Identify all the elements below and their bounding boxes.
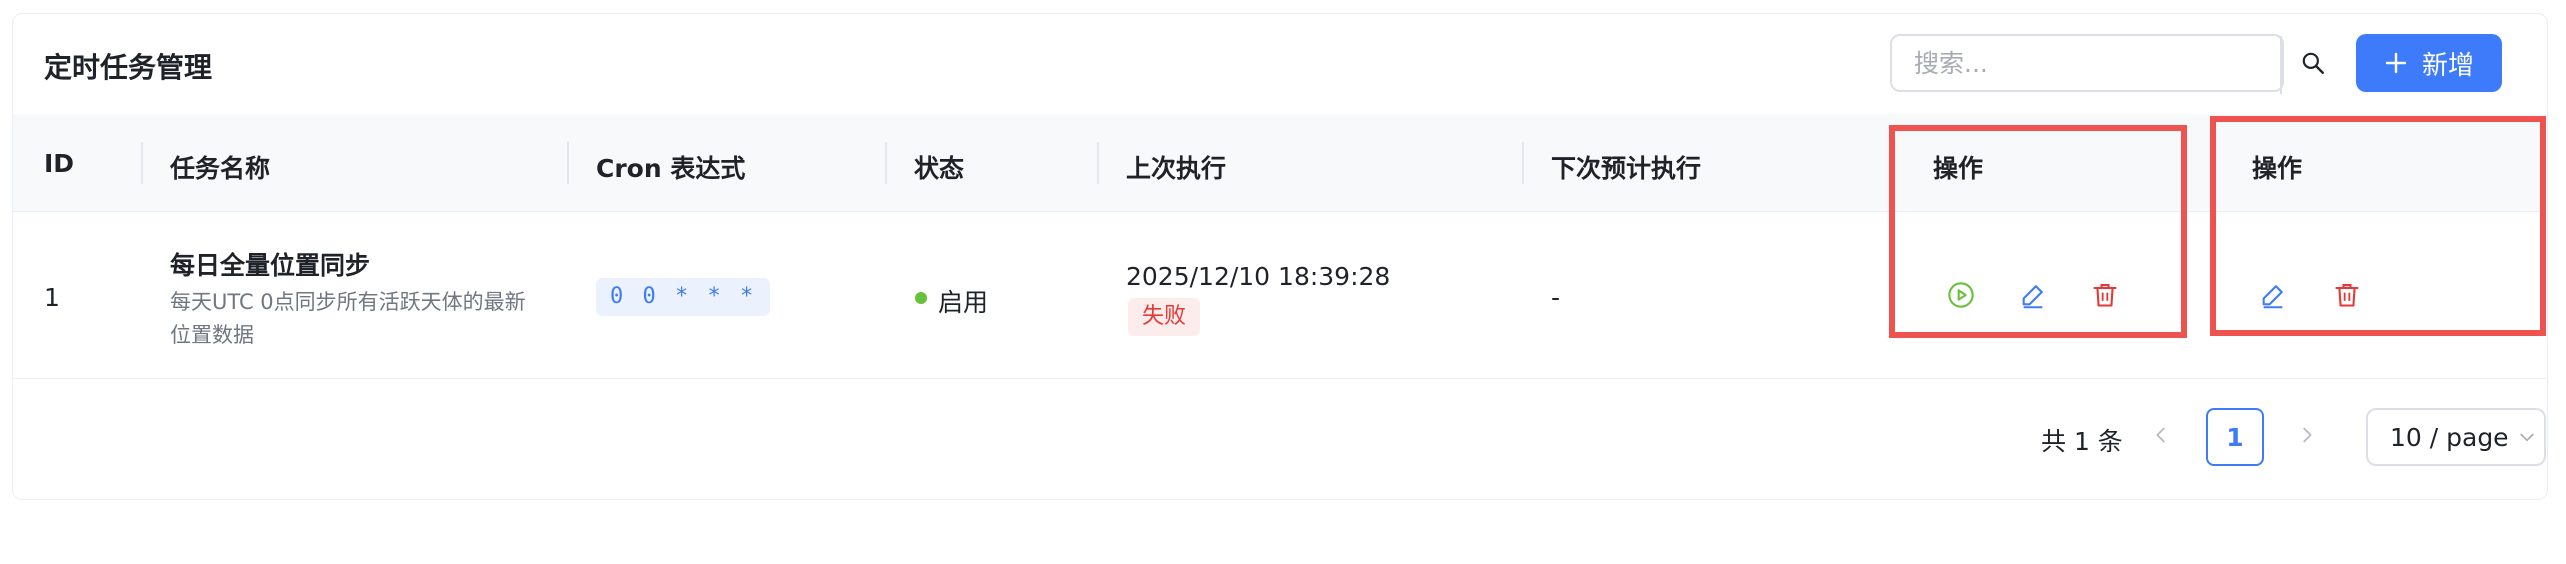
task-description: 每天UTC 0点同步所有活跃天体的最新位置数据 — [170, 290, 526, 347]
column-header-id: ID — [44, 149, 75, 178]
page-size-value: 10 / page — [2390, 422, 2509, 452]
task-name: 每日全量位置同步 — [170, 251, 371, 280]
search-box — [1890, 34, 2284, 94]
column-header-name: 任务名称 — [170, 154, 271, 183]
run-icon[interactable] — [1947, 281, 1975, 309]
edit-icon[interactable] — [2259, 281, 2287, 309]
cron-tag: 0 0 * * * — [596, 278, 771, 316]
search-input[interactable] — [1892, 36, 2212, 90]
column-header-next-run: 下次预计执行 — [1551, 154, 1702, 183]
column-header-last-run: 上次执行 — [1126, 154, 1227, 183]
search-icon — [2302, 52, 2324, 74]
column-separator — [885, 142, 887, 184]
chevron-down-icon — [2519, 433, 2534, 442]
status-dot-icon — [915, 292, 927, 304]
delete-icon[interactable] — [2333, 281, 2361, 309]
column-separator — [567, 142, 569, 184]
plus-icon — [2385, 52, 2407, 74]
column-separator — [141, 142, 143, 184]
search-button[interactable] — [2280, 36, 2344, 90]
add-button[interactable]: 新增 — [2356, 34, 2502, 92]
delete-icon[interactable] — [2091, 281, 2119, 309]
pagination-total: 共 1 条 — [2041, 427, 2123, 456]
page-number-current[interactable]: 1 — [2206, 408, 2264, 466]
last-run-status-badge: 失败 — [1128, 298, 1201, 336]
edit-icon[interactable] — [2019, 281, 2047, 309]
next-page-icon[interactable] — [2296, 424, 2318, 446]
prev-page-icon[interactable] — [2150, 424, 2172, 446]
page-title: 定时任务管理 — [44, 51, 213, 84]
last-run-time: 2025/12/10 18:39:28 — [1126, 262, 1391, 291]
add-button-label: 新增 — [2421, 50, 2474, 81]
column-separator — [1097, 142, 1099, 184]
column-header-cron: Cron 表达式 — [596, 154, 746, 183]
column-header-status: 状态 — [914, 154, 965, 183]
column-separator — [1522, 142, 1524, 184]
next-run-time: - — [1551, 283, 1561, 312]
status-label: 启用 — [938, 288, 989, 317]
page-size-select[interactable]: 10 / page — [2366, 408, 2546, 466]
cell-id: 1 — [44, 283, 60, 312]
